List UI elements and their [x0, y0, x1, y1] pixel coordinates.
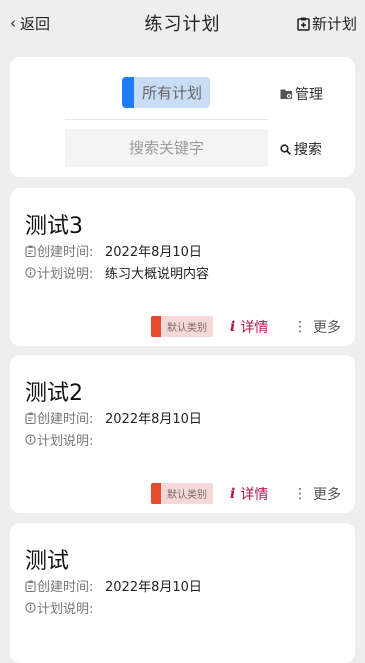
info-circle-icon — [25, 267, 36, 278]
plan-card[interactable]: 测试 创建时间: 2022年8月10日 计划说明: — [10, 523, 355, 663]
category-tag: 默认类别 — [151, 316, 213, 337]
back-button[interactable]: ‹ 返回 — [10, 13, 50, 34]
new-plan-button[interactable]: 新计划 — [297, 13, 357, 34]
category-tag-label: 默认类别 — [167, 323, 207, 334]
new-plan-label: 新计划 — [311, 15, 357, 33]
created-row: 创建时间: 2022年8月10日 — [25, 576, 202, 595]
created-label: 创建时间: — [37, 580, 94, 595]
description-row: 计划说明: — [25, 430, 105, 449]
clipboard-plus-icon — [297, 17, 310, 31]
category-accent-bar — [122, 77, 134, 108]
detail-button[interactable]: i 详情 — [230, 317, 268, 337]
info-i-icon: i — [230, 486, 236, 502]
folder-gear-icon — [280, 89, 292, 99]
category-tag-label: 默认类别 — [167, 490, 207, 501]
calendar-clipboard-icon — [25, 412, 36, 424]
plan-name: 测试3 — [25, 214, 83, 239]
more-label: 更多 — [313, 320, 341, 336]
chevron-left-icon: ‹ — [10, 14, 16, 32]
category-label: 所有计划 — [141, 84, 202, 102]
back-label: 返回 — [20, 15, 51, 33]
created-label: 创建时间: — [37, 245, 94, 260]
created-value: 2022年8月10日 — [105, 580, 202, 595]
manage-button[interactable]: 管理 — [280, 84, 323, 104]
vertical-dots-icon: ⋮ — [293, 319, 307, 335]
description-row: 计划说明: — [25, 598, 105, 617]
calendar-clipboard-icon — [25, 245, 36, 257]
description-value: 练习大概说明内容 — [105, 267, 210, 282]
plan-card[interactable]: 测试2 创建时间: 2022年8月10日 计划说明: 默认类别 i 详情 ⋮ 更… — [10, 355, 355, 513]
search-button[interactable]: 搜索 — [280, 139, 322, 159]
created-row: 创建时间: 2022年8月10日 — [25, 241, 202, 260]
description-label: 计划说明: — [37, 602, 94, 617]
description-label: 计划说明: — [37, 434, 94, 449]
more-label: 更多 — [313, 487, 341, 503]
created-label: 创建时间: — [37, 412, 94, 427]
search-icon — [280, 143, 291, 155]
search-input[interactable] — [65, 129, 268, 167]
plan-name: 测试2 — [25, 381, 83, 406]
plan-card[interactable]: 测试3 创建时间: 2022年8月10日 计划说明: 练习大概说明内容 默认类别 — [10, 188, 355, 346]
created-value: 2022年8月10日 — [105, 412, 202, 427]
created-value: 2022年8月10日 — [105, 245, 202, 260]
category-selector[interactable]: 所有计划 — [122, 77, 210, 108]
filter-card: 所有计划 管理 搜索 — [10, 57, 355, 177]
manage-label: 管理 — [295, 87, 323, 103]
more-button[interactable]: ⋮ 更多 — [293, 317, 341, 337]
page-title: 练习计划 — [144, 14, 221, 35]
divider — [65, 119, 268, 120]
plan-actions: 默认类别 i 详情 ⋮ 更多 — [10, 483, 355, 505]
plan-actions: 默认类别 i 详情 ⋮ 更多 — [10, 316, 355, 338]
detail-button[interactable]: i 详情 — [230, 484, 268, 504]
detail-label: 详情 — [240, 487, 269, 503]
info-circle-icon — [25, 602, 36, 613]
description-row: 计划说明: 练习大概说明内容 — [25, 263, 209, 282]
category-tag-accent — [151, 483, 161, 504]
more-button[interactable]: ⋮ 更多 — [293, 484, 341, 504]
category-tag: 默认类别 — [151, 483, 213, 504]
info-circle-icon — [25, 434, 36, 445]
plan-name: 测试 — [25, 549, 70, 574]
search-label: 搜索 — [294, 142, 322, 158]
description-label: 计划说明: — [37, 267, 94, 282]
vertical-dots-icon: ⋮ — [293, 486, 307, 502]
created-row: 创建时间: 2022年8月10日 — [25, 408, 202, 427]
top-bar: ‹ 返回 练习计划 新计划 — [0, 0, 365, 46]
category-tag-accent — [151, 316, 161, 337]
detail-label: 详情 — [240, 320, 269, 336]
info-i-icon: i — [230, 319, 236, 335]
calendar-clipboard-icon — [25, 580, 36, 592]
